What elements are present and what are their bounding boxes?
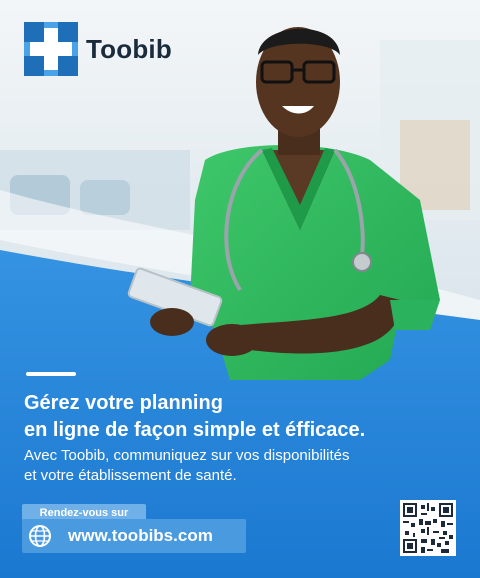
doctor-photo: [0, 0, 480, 578]
accent-line: [26, 372, 76, 376]
subtext: Avec Toobib, communiquez sur vos disponi…: [24, 446, 404, 486]
brand-name: Toobib: [86, 33, 172, 64]
subtext-line-1: Avec Toobib, communiquez sur vos disponi…: [24, 447, 350, 464]
website-url[interactable]: www.toobibs.com: [68, 526, 213, 546]
subtext-line-2: et votre établissement de santé.: [24, 467, 237, 484]
ad-poster: Toobib Gérez votre planning en ligne de …: [0, 0, 480, 578]
headline-line-2: en ligne de façon simple et éfficace.: [24, 419, 366, 441]
globe-icon: [22, 519, 58, 553]
medical-cross-logo-icon: [24, 22, 78, 76]
brand-logo: Toobib: [24, 22, 172, 76]
qr-code-icon[interactable]: [400, 500, 456, 556]
website-link[interactable]: www.toobibs.com: [22, 519, 246, 553]
headline: Gérez votre planning en ligne de façon s…: [24, 390, 464, 444]
headline-line-1: Gérez votre planning: [24, 392, 223, 414]
